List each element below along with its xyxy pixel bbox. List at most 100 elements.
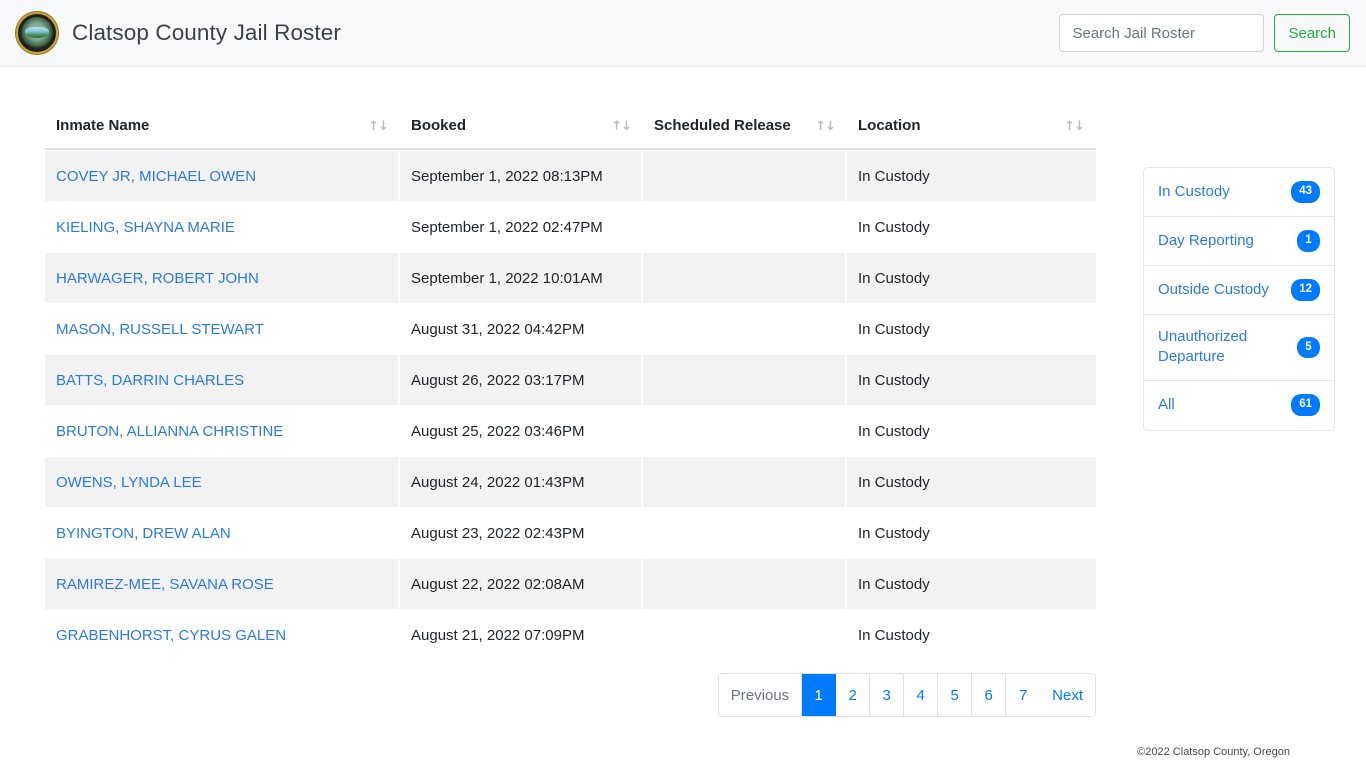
page-body: Inmate Name ↑↓ Booked ↑↓ Scheduled Relea… — [0, 67, 1366, 768]
cell-scheduled-release — [643, 405, 847, 456]
filter-label: In Custody — [1158, 182, 1230, 200]
cell-location: In Custody — [847, 456, 1096, 507]
cell-scheduled-release — [643, 507, 847, 558]
column-header-scheduled-release[interactable]: Scheduled Release ↑↓ — [643, 105, 847, 150]
column-header-location[interactable]: Location ↑↓ — [847, 105, 1096, 150]
status-filter-list: In Custody 43 Day Reporting 1 Outside Custod… — [1143, 167, 1335, 431]
filter-item-day-reporting[interactable]: Day Reporting 1 — [1144, 217, 1334, 266]
cell-location: In Custody — [847, 354, 1096, 405]
inmate-name-link[interactable]: OWENS, LYNDA LEE — [56, 474, 202, 491]
column-label: Inmate Name — [56, 117, 150, 134]
filter-label: Day Reporting — [1158, 231, 1254, 249]
column-header-booked[interactable]: Booked ↑↓ — [400, 105, 643, 150]
cell-scheduled-release — [643, 456, 847, 507]
sort-toggle-icon[interactable]: ↑↓ — [1064, 119, 1085, 134]
cell-scheduled-release — [643, 201, 847, 252]
cell-location: In Custody — [847, 507, 1096, 558]
cell-inmate-name: BRUTON, ALLIANNA CHRISTINE — [45, 405, 400, 456]
pagination-page-5[interactable]: 5 — [938, 674, 973, 716]
roster-table-container: Inmate Name ↑↓ Booked ↑↓ Scheduled Relea… — [45, 105, 1096, 717]
inmate-name-link[interactable]: BYINGTON, DREW ALAN — [56, 525, 231, 542]
column-header-inmate-name[interactable]: Inmate Name ↑↓ — [45, 105, 400, 150]
cell-inmate-name: RAMIREZ-MEE, SAVANA ROSE — [45, 558, 400, 609]
table-row: MASON, RUSSELL STEWART August 31, 2022 04… — [45, 303, 1096, 354]
cell-location: In Custody — [847, 405, 1096, 456]
filter-count-badge: 5 — [1297, 336, 1320, 358]
cell-inmate-name: BYINGTON, DREW ALAN — [45, 507, 400, 558]
pagination-next[interactable]: Next — [1040, 674, 1095, 716]
table-row: GRABENHORST, CYRUS GALEN August 21, 2022 … — [45, 609, 1096, 660]
filter-label: Unauthorized Departure — [1158, 328, 1248, 366]
cell-scheduled-release — [643, 150, 847, 201]
pagination-page-6[interactable]: 6 — [972, 674, 1007, 716]
sort-toggle-icon[interactable]: ↑↓ — [368, 119, 389, 134]
cell-booked: August 31, 2022 04:42PM — [400, 303, 643, 354]
table-row: KIELING, SHAYNA MARIE September 1, 2022 0… — [45, 201, 1096, 252]
inmate-name-link[interactable]: BRUTON, ALLIANNA CHRISTINE — [56, 423, 283, 440]
filter-item-outside-custody[interactable]: Outside Custody 12 — [1144, 266, 1334, 315]
top-navbar: Clatsop County Jail Roster Search — [0, 0, 1366, 67]
pagination-page-2[interactable]: 2 — [836, 674, 871, 716]
table-row: OWENS, LYNDA LEE August 24, 2022 01:43PM I… — [45, 456, 1096, 507]
pagination-page-1[interactable]: 1 — [802, 674, 837, 716]
column-label: Scheduled Release — [654, 117, 791, 134]
footer-copyright: ©2022 Clatsop County, Oregon — [1137, 746, 1290, 758]
clatsop-county-seal-icon — [16, 12, 58, 54]
inmate-name-link[interactable]: RAMIREZ-MEE, SAVANA ROSE — [56, 576, 274, 593]
cell-booked: August 22, 2022 02:08AM — [400, 558, 643, 609]
pagination-previous[interactable]: Previous — [718, 674, 803, 716]
sort-toggle-icon[interactable]: ↑↓ — [815, 119, 836, 134]
cell-scheduled-release — [643, 609, 847, 660]
filter-item-all[interactable]: All 61 — [1144, 381, 1334, 430]
filter-item-in-custody[interactable]: In Custody 43 — [1144, 168, 1334, 217]
table-row: BRUTON, ALLIANNA CHRISTINE August 25, 202… — [45, 405, 1096, 456]
cell-booked: August 23, 2022 02:43PM — [400, 507, 643, 558]
search-input[interactable] — [1059, 14, 1265, 52]
inmate-name-link[interactable]: KIELING, SHAYNA MARIE — [56, 219, 235, 236]
inmate-name-link[interactable]: HARWAGER, ROBERT JOHN — [56, 270, 259, 287]
cell-inmate-name: COVEY JR, MICHAEL OWEN — [45, 150, 400, 201]
filter-item-unauthorized-departure[interactable]: Unauthorized Departure 5 — [1144, 315, 1334, 381]
cell-booked: September 1, 2022 08:13PM — [400, 150, 643, 201]
cell-inmate-name: OWENS, LYNDA LEE — [45, 456, 400, 507]
filter-count-badge: 1 — [1297, 230, 1320, 252]
pagination-page-3[interactable]: 3 — [870, 674, 905, 716]
roster-table: Inmate Name ↑↓ Booked ↑↓ Scheduled Relea… — [45, 105, 1096, 660]
table-row: BYINGTON, DREW ALAN August 23, 2022 02:43… — [45, 507, 1096, 558]
cell-location: In Custody — [847, 201, 1096, 252]
pagination-page-4[interactable]: 4 — [904, 674, 939, 716]
cell-location: In Custody — [847, 609, 1096, 660]
sort-toggle-icon[interactable]: ↑↓ — [611, 119, 632, 134]
filter-label: Outside Custody — [1158, 280, 1269, 298]
cell-booked: September 1, 2022 10:01AM — [400, 252, 643, 303]
cell-scheduled-release — [643, 303, 847, 354]
page-title: Clatsop County Jail Roster — [72, 20, 341, 45]
inmate-name-link[interactable]: BATTS, DARRIN CHARLES — [56, 372, 244, 389]
column-label: Booked — [411, 117, 467, 134]
cell-inmate-name: BATTS, DARRIN CHARLES — [45, 354, 400, 405]
cell-booked: August 21, 2022 07:09PM — [400, 609, 643, 660]
pagination: Previous 1234567 Next — [717, 673, 1096, 717]
column-label: Location — [858, 117, 921, 134]
cell-location: In Custody — [847, 303, 1096, 354]
cell-booked: September 1, 2022 02:47PM — [400, 201, 643, 252]
filter-count-badge: 12 — [1291, 279, 1320, 301]
inmate-name-link[interactable]: COVEY JR, MICHAEL OWEN — [56, 168, 256, 185]
inmate-name-link[interactable]: GRABENHORST, CYRUS GALEN — [56, 627, 286, 644]
inmate-name-link[interactable]: MASON, RUSSELL STEWART — [56, 321, 264, 338]
search-form: Search — [1059, 14, 1350, 52]
brand-link[interactable]: Clatsop County Jail Roster — [16, 12, 341, 54]
cell-scheduled-release — [643, 252, 847, 303]
table-row: BATTS, DARRIN CHARLES August 26, 2022 03:… — [45, 354, 1096, 405]
cell-location: In Custody — [847, 150, 1096, 201]
cell-booked: August 26, 2022 03:17PM — [400, 354, 643, 405]
pagination-page-7[interactable]: 7 — [1006, 674, 1041, 716]
cell-inmate-name: KIELING, SHAYNA MARIE — [45, 201, 400, 252]
cell-inmate-name: HARWAGER, ROBERT JOHN — [45, 252, 400, 303]
filter-count-badge: 43 — [1291, 181, 1320, 203]
cell-location: In Custody — [847, 252, 1096, 303]
table-head: Inmate Name ↑↓ Booked ↑↓ Scheduled Relea… — [45, 105, 1096, 150]
table-body: COVEY JR, MICHAEL OWEN September 1, 2022 … — [45, 150, 1096, 660]
search-button[interactable]: Search — [1274, 14, 1350, 52]
cell-location: In Custody — [847, 558, 1096, 609]
